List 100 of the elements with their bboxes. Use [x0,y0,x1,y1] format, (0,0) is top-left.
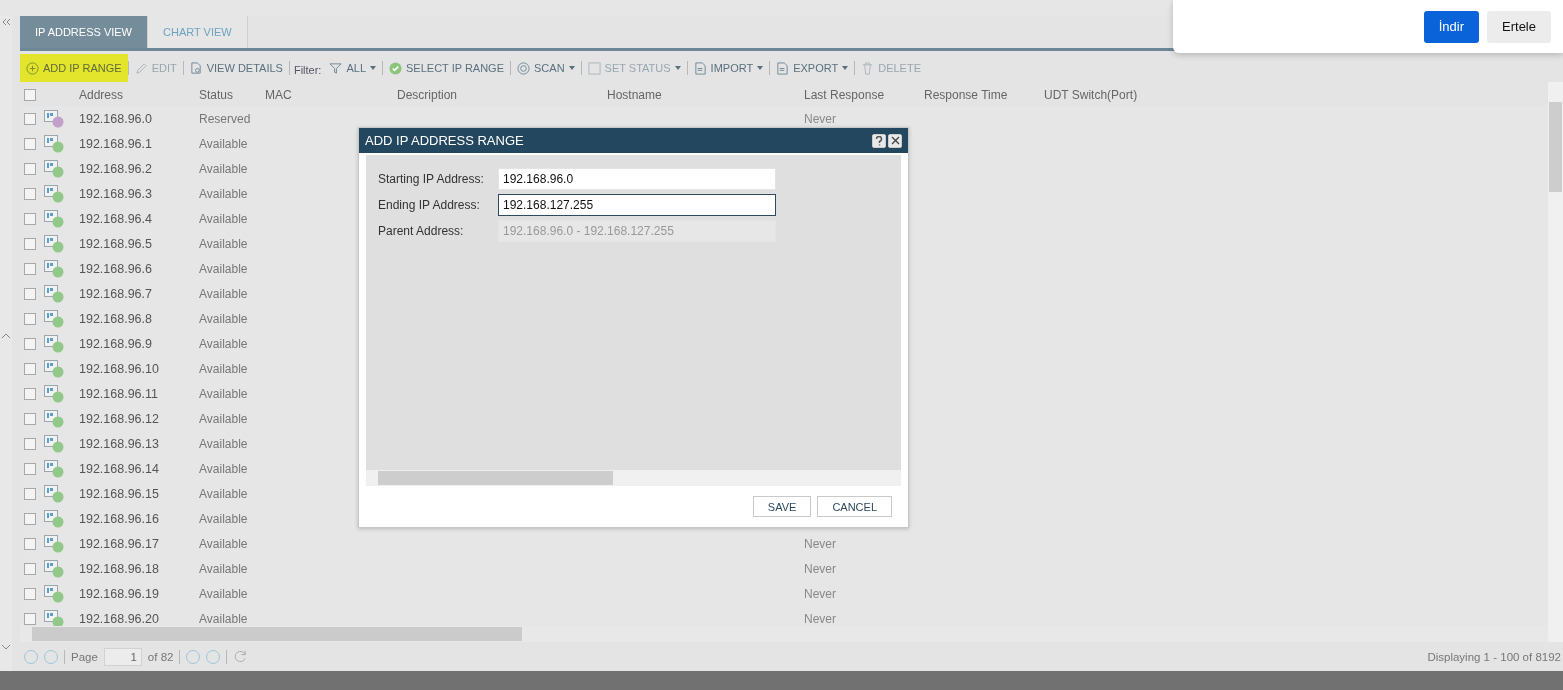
toolbar-button[interactable]: VIEW DETAILS [183,54,289,82]
toolbar-button[interactable]: SELECT IP RANGE [383,54,511,82]
row-checkbox[interactable] [24,162,36,175]
page-field[interactable]: 1 [103,647,142,666]
status-cell-text: Available [199,486,249,501]
ip-status-icon [44,334,64,353]
last-response-cell-text: Never [804,111,837,126]
row-checkbox[interactable] [24,387,36,400]
page-label: Page [71,650,98,663]
address-cell-text: 192.168.96.11 [79,386,159,401]
status-cell-text: Available [199,411,249,426]
address-cell-text: 192.168.96.8 [79,311,153,326]
row-checkbox[interactable] [24,562,36,575]
address-cell-text: 192.168.96.18 [79,561,160,576]
column-header[interactable]: Hostname [607,88,804,102]
ip-status-icon [44,359,64,378]
notification-button[interactable]: İndir [1423,10,1480,43]
status-cell-text: Available [199,236,249,251]
ip-status-icon [44,509,64,528]
view-tab[interactable]: IP ADDRESS VIEW [20,16,148,48]
row-checkbox[interactable] [24,362,36,375]
ip-status-icon [44,434,64,453]
row-checkbox[interactable] [24,287,36,300]
ip-status-icon [44,309,64,328]
address-cell-text: 192.168.96.4 [79,211,153,226]
address-cell-text: 192.168.96.19 [79,586,160,601]
column-header[interactable]: Description [397,88,607,102]
toolbar-button[interactable]: ADD IP RANGE [20,54,128,82]
row-checkbox[interactable] [24,462,36,475]
ip-status-icon [44,384,64,403]
status-cell-text: Available [199,511,249,526]
document-icon [776,61,790,75]
row-checkbox[interactable] [24,412,36,425]
toolbar-button[interactable]: ALL [323,54,382,82]
column-header[interactable]: Last Response [804,88,924,102]
row-checkbox[interactable] [24,262,36,275]
address-cell-text: 192.168.96.17 [79,536,160,551]
row-checkbox[interactable] [24,112,36,125]
toolbar-button[interactable]: IMPORT [687,54,770,82]
chevron-down-icon[interactable] [1,643,11,651]
row-checkbox[interactable] [24,437,36,450]
status-cell-text: Available [199,536,249,551]
row-checkbox[interactable] [24,587,36,600]
column-header[interactable]: Response Time [924,88,1044,102]
row-checkbox[interactable] [24,137,36,150]
displaying-summary: Displaying 1 - 100 of 8192 [1427,650,1562,663]
address-cell-text: 192.168.96.5 [79,236,153,251]
dialog-button[interactable]: SAVE [752,496,812,517]
ip-status-icon [44,584,64,603]
scan-icon [517,61,531,75]
row-checkbox[interactable] [24,512,36,525]
address-cell-text: 192.168.96.3 [79,186,153,201]
ip-status-icon [44,259,64,278]
row-checkbox[interactable] [24,612,36,625]
collapse-icon[interactable] [1,16,11,28]
ip-status-icon [44,109,64,128]
address-cell-text: 192.168.96.12 [79,411,160,426]
help-icon[interactable] [872,133,886,148]
close-icon[interactable] [888,133,902,148]
chevron-up-icon[interactable] [1,331,11,340]
address-cell-text: 192.168.96.14 [79,461,160,476]
row-checkbox[interactable] [24,212,36,225]
last-response-cell-text: Never [804,586,837,601]
toolbar-button[interactable]: SCAN [511,54,581,82]
refresh-icon[interactable] [233,649,249,664]
status-cell-text: Available [199,286,249,301]
ip-status-icon [44,209,64,228]
address-cell-text: 192.168.96.9 [79,336,153,351]
check-circle-icon [389,61,402,75]
address-cell-text: 192.168.96.7 [79,286,153,301]
status-cell-text: Available [199,311,249,326]
column-header[interactable]: MAC [265,88,397,102]
vertical-scrollbar[interactable] [1548,82,1563,642]
select-all-checkbox[interactable] [24,89,36,101]
column-header[interactable]: Address [79,88,199,102]
toolbar-button[interactable]: EXPORT [770,54,855,82]
status-cell-text: Available [199,611,249,626]
horizontal-scrollbar[interactable] [20,626,1548,642]
column-header[interactable]: Status [199,88,265,102]
row-checkbox[interactable] [24,487,36,500]
row-checkbox[interactable] [24,537,36,550]
row-checkbox[interactable] [24,237,36,250]
ip-status-icon [44,409,64,428]
ip-address-field[interactable]: 192.168.96.0 [498,168,776,190]
plus-circle-icon [26,61,39,75]
row-checkbox[interactable] [24,187,36,200]
notification-button[interactable]: Ertele [1487,10,1551,43]
row-checkbox[interactable] [24,337,36,350]
dialog-button[interactable]: CANCEL [817,496,892,517]
document-icon [693,61,707,75]
horizontal-scrollbar[interactable] [366,470,901,486]
row-checkbox[interactable] [24,312,36,325]
status-cell-text: Available [199,361,249,376]
ip-status-icon [44,559,64,578]
field-label: Starting IP Address: [378,172,485,186]
ip-icon [587,61,601,75]
status-cell-text: Available [199,336,249,351]
ip-address-field[interactable]: 192.168.127.255 [498,194,776,216]
ip-status-icon [44,234,64,253]
column-header[interactable]: UDT Switch(Port) [1044,88,1548,102]
